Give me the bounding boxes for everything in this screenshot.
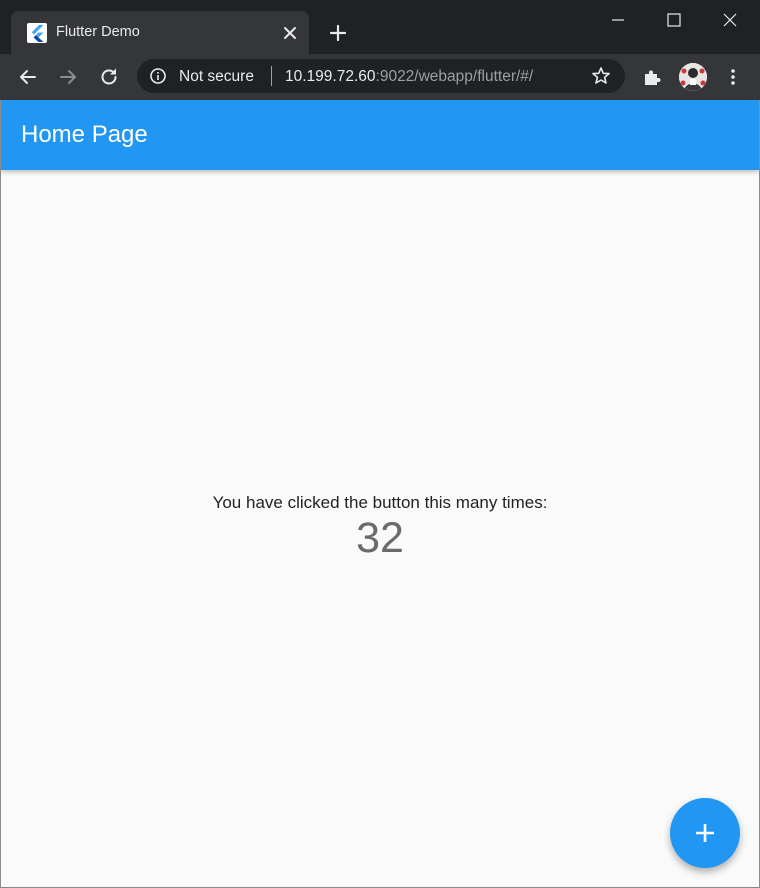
star-icon[interactable] <box>591 66 611 86</box>
counter-label: You have clicked the button this many ti… <box>212 493 548 512</box>
profile-avatar[interactable] <box>679 63 707 91</box>
address-divider <box>271 66 272 86</box>
counter-value: 32 <box>356 514 404 562</box>
more-menu-icon[interactable] <box>721 65 745 89</box>
page-title: Home Page <box>21 121 148 148</box>
browser-titlebar: Flutter Demo <box>0 0 760 54</box>
url-path: :9022/webapp/flutter/#/ <box>375 68 534 85</box>
security-label[interactable]: Not secure <box>179 68 254 86</box>
address-bar[interactable]: Not secure 10.199.72.60:9022/webapp/flut… <box>137 59 625 93</box>
app-page: Home Page You have clicked the button th… <box>1 100 759 887</box>
info-icon[interactable] <box>149 67 167 85</box>
tab-close-icon[interactable] <box>280 23 300 43</box>
profile-avatar-image <box>679 63 707 91</box>
back-arrow-icon[interactable] <box>16 65 40 89</box>
browser-tab[interactable]: Flutter Demo <box>11 11 309 54</box>
flutter-logo-icon <box>27 23 47 43</box>
url-text[interactable]: 10.199.72.60:9022/webapp/flutter/#/ <box>285 68 533 86</box>
window-close-icon[interactable] <box>718 8 742 32</box>
maximize-icon[interactable] <box>662 8 686 32</box>
reload-icon[interactable] <box>97 65 121 89</box>
forward-arrow-icon[interactable] <box>56 65 80 89</box>
extensions-icon[interactable] <box>640 65 664 89</box>
plus-icon <box>696 824 714 842</box>
browser-toolbar: Not secure 10.199.72.60:9022/webapp/flut… <box>0 54 760 100</box>
increment-button[interactable] <box>670 798 740 868</box>
minimize-icon[interactable] <box>606 8 630 32</box>
tab-title: Flutter Demo <box>56 24 140 40</box>
app-bar: Home Page <box>1 100 759 170</box>
new-tab-icon[interactable] <box>326 21 350 45</box>
url-host: 10.199.72.60 <box>285 68 376 85</box>
